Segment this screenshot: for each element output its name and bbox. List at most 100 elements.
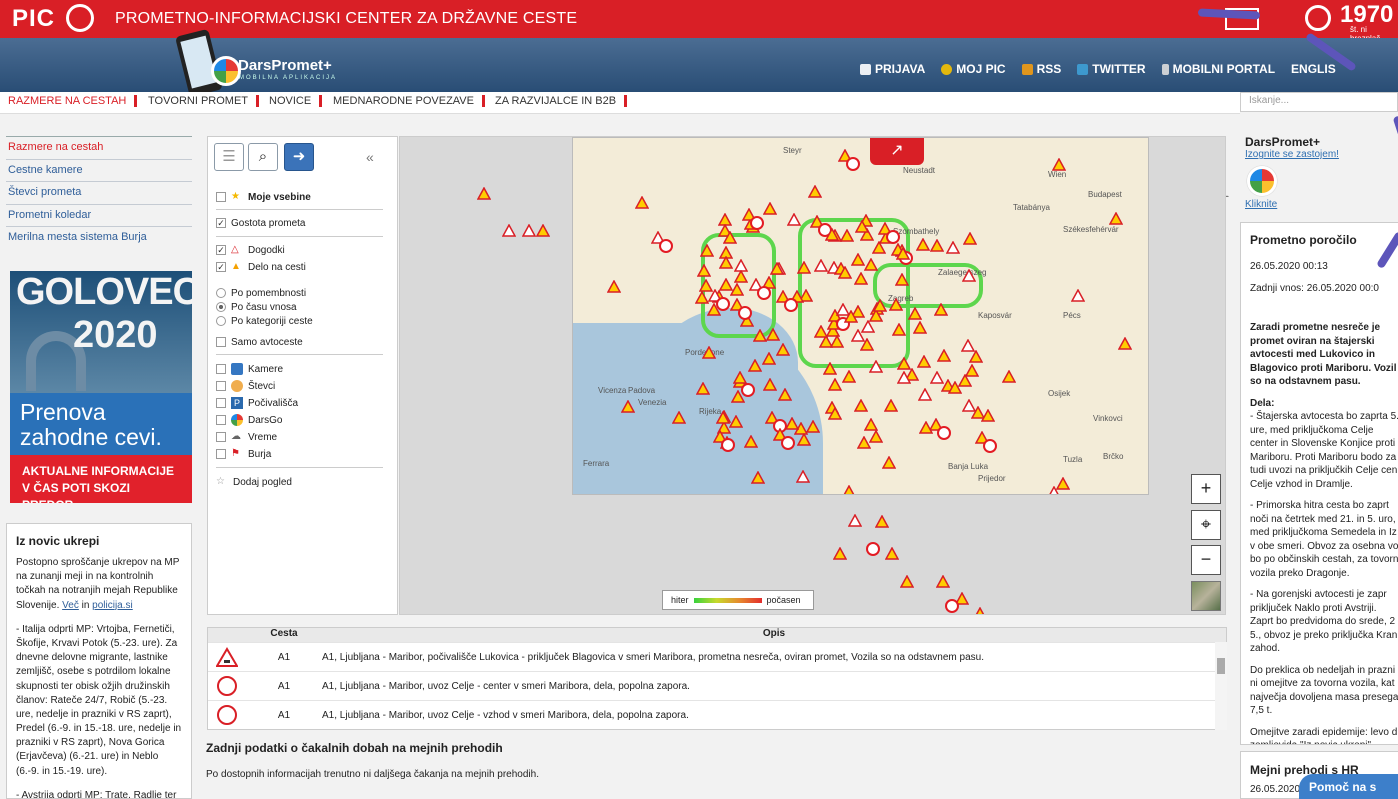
roadwork-marker-icon[interactable]: [896, 246, 911, 260]
table-row[interactable]: A1 A1, Ljubljana - Maribor, počivališče L…: [208, 642, 1226, 671]
roadwork-marker-icon[interactable]: [762, 378, 777, 391]
incident-marker-icon[interactable]: [787, 212, 802, 226]
layer-roadworks[interactable]: ✓ ▲ Delo na cesti: [216, 259, 306, 275]
roadwork-marker-icon[interactable]: [762, 202, 777, 215]
checkbox-checked[interactable]: ✓: [216, 218, 226, 228]
roadwork-marker-icon[interactable]: [875, 515, 889, 528]
layer-burja[interactable]: ⚑ Burja: [216, 446, 271, 462]
roadwork-marker-icon[interactable]: [981, 409, 996, 422]
sidebar-item-cameras[interactable]: Cestne kamere: [6, 158, 192, 182]
rss-link[interactable]: RSS: [1021, 62, 1061, 76]
roadwork-marker-icon[interactable]: [854, 399, 869, 412]
checkbox-checked[interactable]: ✓: [216, 262, 226, 272]
roadwork-marker-icon[interactable]: [769, 262, 784, 275]
roadwork-marker-icon[interactable]: [919, 420, 934, 434]
table-row[interactable]: A1 A1, Ljubljana - Maribor, uvoz Celje - …: [208, 671, 1226, 700]
roadwork-marker-icon[interactable]: [635, 196, 650, 209]
sidebar-item-traffic-counters[interactable]: Števci prometa: [6, 181, 192, 204]
roadwork-marker-icon[interactable]: [855, 220, 870, 233]
roadwork-marker-icon[interactable]: [842, 369, 857, 383]
roadwork-marker-icon[interactable]: [854, 272, 869, 285]
roadwork-marker-icon[interactable]: [937, 349, 952, 363]
roadwork-marker-icon[interactable]: [778, 387, 793, 401]
checkbox[interactable]: [216, 381, 226, 391]
collapse-icon[interactable]: «: [366, 149, 374, 165]
layer-cameras[interactable]: Kamere: [216, 361, 283, 377]
roadwork-marker-icon[interactable]: [863, 257, 878, 271]
roadwork-marker-icon[interactable]: [885, 547, 899, 560]
roadwork-marker-icon[interactable]: [838, 265, 853, 279]
closure-marker-icon[interactable]: [866, 542, 880, 556]
roadwork-marker-icon[interactable]: [761, 352, 776, 366]
roadwork-marker-icon[interactable]: [807, 185, 822, 198]
roadwork-marker-icon[interactable]: [900, 575, 914, 588]
route-icon[interactable]: ➜: [284, 143, 314, 171]
layer-rest-areas[interactable]: P Počivališča: [216, 395, 298, 411]
layer-events[interactable]: ✓ △ Dogodki: [216, 242, 285, 258]
checkbox[interactable]: [216, 432, 226, 442]
zoom-out-button[interactable]: −: [1191, 545, 1221, 575]
roadwork-marker-icon[interactable]: [825, 227, 840, 241]
roadwork-marker-icon[interactable]: [701, 346, 716, 359]
traffic-map[interactable]: ↗ Steyr Neustadt Wien Budapest Tatabánya Szék…: [399, 136, 1226, 615]
menu-icon[interactable]: ☰: [214, 143, 244, 171]
darspromet-app-icon[interactable]: [1247, 166, 1277, 196]
golovec-banner[interactable]: GOLOVEC 2020 Prenova zahodne cevi. AKTUA…: [10, 271, 192, 503]
map-canvas[interactable]: ↗ Steyr Neustadt Wien Budapest Tatabánya Szék…: [572, 137, 1149, 495]
roadwork-marker-icon[interactable]: [1001, 369, 1016, 383]
roadwork-marker-icon[interactable]: [882, 456, 897, 469]
roadwork-marker-icon[interactable]: [883, 398, 898, 412]
roadwork-marker-icon[interactable]: [1051, 157, 1066, 171]
closure-marker-icon[interactable]: [738, 305, 753, 320]
incident-marker-icon[interactable]: [868, 360, 883, 373]
incident-marker-icon[interactable]: [851, 329, 866, 342]
layer-darsgo[interactable]: DarsGo: [216, 412, 282, 428]
roadwork-marker-icon[interactable]: [833, 547, 847, 560]
roadwork-marker-icon[interactable]: [695, 290, 710, 304]
twitter-link[interactable]: TWITTER: [1077, 62, 1146, 76]
incident-marker-icon[interactable]: [1070, 289, 1085, 303]
roadwork-marker-icon[interactable]: [915, 238, 930, 252]
mobile-portal-link[interactable]: MOBILNI PORTAL: [1161, 62, 1275, 76]
layer-counters[interactable]: Števci: [216, 378, 275, 394]
incident-marker-icon[interactable]: [961, 268, 976, 282]
my-pic-link[interactable]: MOJ PIC: [941, 62, 1006, 76]
incident-marker-icon[interactable]: [522, 224, 536, 237]
incident-marker-icon[interactable]: [897, 370, 912, 384]
roadwork-marker-icon[interactable]: [973, 607, 987, 615]
incident-marker-icon[interactable]: [502, 224, 516, 237]
roadwork-marker-icon[interactable]: [477, 187, 491, 200]
roadwork-marker-icon[interactable]: [827, 406, 842, 420]
search-icon[interactable]: ⌕: [248, 143, 278, 171]
roadwork-marker-icon[interactable]: [840, 229, 855, 243]
incident-marker-icon[interactable]: [945, 241, 960, 255]
roadwork-marker-icon[interactable]: [912, 321, 927, 334]
sort-by-road-category[interactable]: Po kategoriji ceste: [216, 313, 313, 329]
layer-my-content[interactable]: ★ Moje vsebine: [216, 189, 311, 205]
roadwork-marker-icon[interactable]: [695, 381, 710, 395]
layer-traffic-density[interactable]: ✓ Gostota prometa: [216, 215, 305, 231]
roadwork-marker-icon[interactable]: [888, 298, 903, 311]
zoom-in-button[interactable]: +: [1191, 474, 1221, 504]
app-name[interactable]: DarsPromet+: [238, 57, 332, 74]
roadwork-marker-icon[interactable]: [729, 414, 744, 428]
tab-news[interactable]: NOVICE: [269, 95, 323, 107]
roadwork-marker-icon[interactable]: [723, 230, 738, 244]
incident-marker-icon[interactable]: [796, 469, 811, 483]
roadwork-marker-icon[interactable]: [947, 380, 962, 394]
roadwork-marker-icon[interactable]: [536, 224, 550, 237]
table-row[interactable]: A1 A1, Ljubljana - Maribor, uvoz Celje - …: [208, 700, 1226, 729]
roadwork-marker-icon[interactable]: [822, 362, 837, 375]
radio-button-selected[interactable]: [216, 302, 226, 312]
help-chat-button[interactable]: Pomoč na s: [1299, 774, 1398, 799]
roadwork-marker-icon[interactable]: [856, 435, 871, 449]
roadwork-marker-icon[interactable]: [869, 429, 884, 443]
roadwork-marker-icon[interactable]: [729, 282, 744, 296]
roadwork-marker-icon[interactable]: [842, 484, 856, 495]
roadwork-marker-icon[interactable]: [1108, 212, 1123, 226]
tab-international-connections[interactable]: MEDNARODNE POVEZAVE: [333, 95, 485, 107]
roadwork-marker-icon[interactable]: [871, 240, 886, 254]
roadwork-marker-icon[interactable]: [784, 416, 799, 430]
scroll-thumb[interactable]: [1217, 658, 1225, 674]
roadwork-marker-icon[interactable]: [765, 328, 780, 341]
